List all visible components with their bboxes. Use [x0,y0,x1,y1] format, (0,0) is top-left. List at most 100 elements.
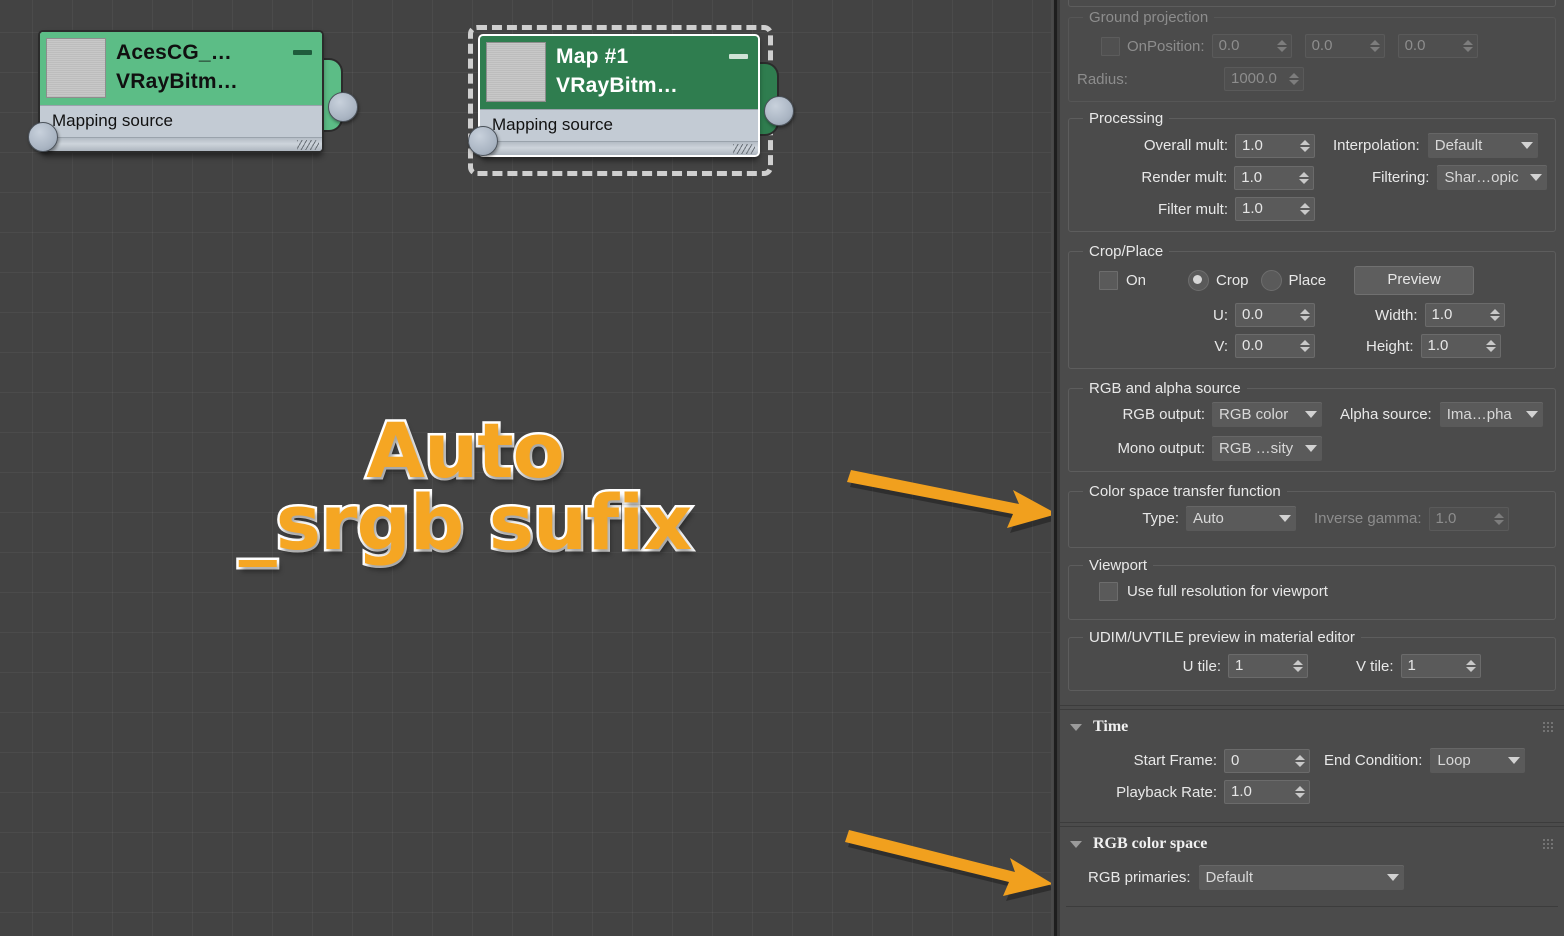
rollout-grip-icon[interactable] [1542,838,1554,850]
spinner-arrows-icon[interactable] [1486,304,1504,326]
colorspace-type-value: Auto [1193,510,1224,527]
width-spinner[interactable]: 1.0 [1424,303,1505,327]
spinner-arrows-icon[interactable] [1482,335,1500,357]
node-output-port[interactable] [328,92,358,122]
position-z-spinner[interactable]: 0.0 [1397,34,1478,58]
chevron-down-icon[interactable] [1070,840,1082,848]
height-spinner[interactable]: 1.0 [1420,334,1501,358]
minimize-icon[interactable] [729,54,748,59]
v-tile-spinner[interactable]: 1 [1400,654,1481,678]
chevron-down-icon[interactable] [1274,515,1296,522]
filtering-label: Filtering: [1371,169,1430,186]
preview-button[interactable]: Preview [1354,266,1475,295]
v-label: V: [1214,337,1228,355]
v-spinner[interactable]: 0.0 [1235,334,1315,358]
spinner-arrows-icon[interactable] [1366,35,1384,57]
node-header[interactable]: AcesCG_… VRayBitm… [40,32,322,105]
place-radio[interactable] [1260,270,1282,291]
spinner-arrows-icon[interactable] [1296,304,1314,326]
node-slot-mapping-source[interactable]: Mapping source [40,105,322,137]
interpolation-label: Interpolation: [1333,137,1420,154]
filter-mult-label: Filter mult: [1157,200,1228,218]
chevron-down-icon[interactable] [1070,723,1082,731]
filter-mult-spinner[interactable]: 1.0 [1235,197,1315,221]
groupbox-title: Color space transfer function [1083,483,1287,500]
rollout-grip-icon[interactable] [1542,721,1554,733]
render-mult-value: 1.0 [1241,168,1263,186]
ground-projection-on-checkbox[interactable] [1101,36,1120,56]
inverse-gamma-spinner[interactable]: 1.0 [1428,506,1509,531]
radius-spinner[interactable]: 1000.0 [1224,67,1304,91]
rollout-title: RGB color space [1093,835,1208,852]
rollout-header-rgb-color-space[interactable]: RGB color space [1060,826,1564,861]
use-full-resolution-checkbox[interactable] [1099,582,1118,601]
node-slot-mapping-source[interactable]: Mapping source [480,109,758,141]
filtering-value: Shar…opic [1444,169,1519,186]
chevron-down-icon[interactable] [1300,445,1322,452]
panel-divider[interactable] [1051,0,1060,936]
spinner-arrows-icon[interactable] [1291,750,1309,772]
position-y-spinner[interactable]: 0.0 [1304,34,1385,58]
minimize-icon[interactable] [293,50,312,55]
chevron-down-icon[interactable] [1521,411,1543,418]
node-input-port[interactable] [468,126,498,156]
alpha-source-label: Alpha source: [1340,406,1432,423]
rgb-primaries-dropdown[interactable]: Default [1198,865,1404,890]
spinner-arrows-icon[interactable] [1291,781,1309,803]
spinner-arrows-icon[interactable] [1296,135,1314,157]
command-panel[interactable]: Ground projection On Position: 0.0 0.0 0… [1060,0,1564,936]
groupbox-processing: Processing Overall mult: 1.0 Interpolati… [1068,110,1556,232]
chevron-down-icon[interactable] [1503,757,1525,764]
node-header[interactable]: Map #1 VRayBitm… [480,36,758,109]
resize-grip-icon[interactable] [297,140,319,150]
spinner-arrows-icon[interactable] [1296,198,1314,220]
node-thumbnail [486,42,546,102]
node-slot-label: Mapping source [52,111,173,130]
spinner-arrows-icon[interactable] [1273,35,1291,57]
rgb-primaries-value: Default [1205,869,1254,886]
mono-output-dropdown[interactable]: RGB …sity [1212,436,1322,461]
overall-mult-spinner[interactable]: 1.0 [1235,133,1315,158]
rgb-output-dropdown[interactable]: RGB color [1212,402,1322,427]
arrow-to-colorspace-type-icon [847,470,1057,533]
end-condition-dropdown[interactable]: Loop [1430,748,1526,773]
render-mult-spinner[interactable]: 1.0 [1234,165,1314,190]
groupbox-color-space-transfer: Color space transfer function Type: Auto… [1068,483,1556,548]
rollout-header-time[interactable]: Time [1060,709,1564,744]
u-tile-value: 1 [1235,657,1244,674]
crop-radio[interactable] [1188,270,1210,291]
chevron-down-icon[interactable] [1516,142,1538,149]
material-node-editor-canvas[interactable]: AcesCG_… VRayBitm… Mapping source Map #1… [0,0,1057,936]
spinner-arrows-icon[interactable] [1289,655,1307,677]
spinner-arrows-icon[interactable] [1459,35,1477,57]
groupbox-ground-projection: Ground projection On Position: 0.0 0.0 0… [1068,9,1556,102]
spinner-arrows-icon[interactable] [1296,335,1314,357]
u-spinner[interactable]: 0.0 [1235,303,1315,327]
spinner-arrows-icon[interactable] [1462,655,1480,677]
node-input-port[interactable] [28,122,58,152]
chevron-down-icon[interactable] [1382,874,1404,881]
node-title: Map #1 [556,45,629,68]
alpha-source-dropdown[interactable]: Ima…pha [1439,402,1543,427]
spinner-arrows-icon[interactable] [1295,167,1313,189]
rollout-body-time: Start Frame: 0 End Condition: Loop Playb… [1060,744,1564,816]
crop-place-on-checkbox[interactable] [1099,271,1118,290]
playback-rate-spinner[interactable]: 1.0 [1224,780,1310,804]
u-tile-spinner[interactable]: 1 [1228,654,1308,678]
node-output-port[interactable] [764,96,794,126]
chevron-down-icon[interactable] [1300,411,1322,418]
start-frame-spinner[interactable]: 0 [1224,748,1310,773]
spinner-arrows-icon[interactable] [1285,68,1303,90]
filtering-dropdown[interactable]: Shar…opic [1437,165,1547,190]
arrow-to-rgb-primaries-icon [845,830,1056,901]
chevron-down-icon[interactable] [1525,174,1547,181]
u-value: 0.0 [1242,306,1263,323]
colorspace-type-dropdown[interactable]: Auto [1186,506,1296,531]
spinner-arrows-icon[interactable] [1490,508,1508,530]
position-x-spinner[interactable]: 0.0 [1211,34,1292,58]
radius-value: 1000.0 [1231,70,1277,87]
interpolation-dropdown[interactable]: Default [1427,133,1538,158]
rollout-body-rgb-color-space: RGB primaries: Default [1060,861,1564,902]
resize-grip-icon[interactable] [733,144,755,154]
u-tile-label: U tile: [1182,657,1221,675]
